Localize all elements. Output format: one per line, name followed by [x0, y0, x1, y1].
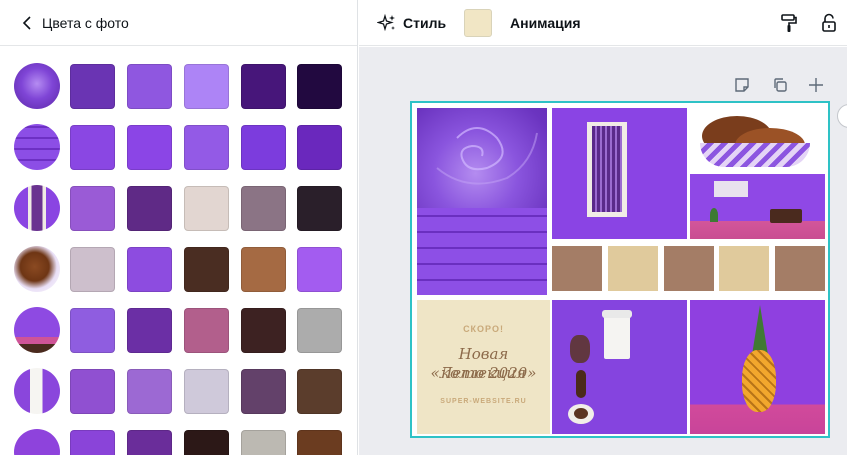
color-swatch[interactable]	[297, 64, 342, 109]
animation-button[interactable]: Анимация	[510, 0, 581, 46]
color-swatch[interactable]	[241, 64, 286, 109]
palette-row	[14, 429, 344, 455]
photo-thumbnail-puppies[interactable]	[14, 246, 60, 292]
promo-soon-text[interactable]: СКОРО!	[417, 324, 550, 334]
strip-color-block[interactable]	[719, 246, 770, 291]
color-palettes-panel: Цвета с фото	[0, 0, 358, 455]
color-swatch[interactable]	[70, 247, 115, 292]
color-swatch[interactable]	[127, 64, 172, 109]
photo-thumbnail-purple-room[interactable]	[14, 307, 60, 353]
style-button[interactable]: Стиль	[377, 0, 446, 46]
color-swatch[interactable]	[70, 64, 115, 109]
photo-thumbnail-coffee-cup[interactable]	[14, 368, 60, 414]
strip-color-block[interactable]	[775, 246, 825, 291]
color-swatch[interactable]	[184, 430, 229, 455]
note-icon[interactable]	[732, 75, 752, 95]
photo-purple-room[interactable]	[690, 174, 825, 239]
color-swatch[interactable]	[297, 369, 342, 414]
color-swatch[interactable]	[127, 247, 172, 292]
palette-row	[14, 307, 344, 355]
color-swatch[interactable]	[297, 308, 342, 353]
color-swatch[interactable]	[297, 125, 342, 170]
canvas-area: СКОРО! Новая коллекция «Лето 2020» SUPER…	[359, 47, 847, 455]
color-swatch[interactable]	[70, 186, 115, 231]
lock-icon[interactable]	[818, 0, 840, 46]
photo-puppies[interactable]	[690, 108, 825, 171]
duplicate-icon[interactable]	[770, 75, 790, 95]
color-swatch[interactable]	[184, 64, 229, 109]
color-swatch[interactable]	[241, 430, 286, 455]
design-page[interactable]: СКОРО! Новая коллекция «Лето 2020» SUPER…	[410, 101, 830, 438]
strip-color-block[interactable]	[607, 246, 658, 291]
promo-text-block[interactable]: СКОРО! Новая коллекция «Лето 2020» SUPER…	[417, 300, 550, 434]
sparkle-icon	[377, 13, 397, 33]
palette-row	[14, 124, 344, 172]
color-swatch[interactable]	[184, 369, 229, 414]
add-page-icon[interactable]	[806, 75, 826, 95]
promo-website-text[interactable]: SUPER-WEBSITE.RU	[417, 398, 550, 405]
animation-label: Анимация	[510, 15, 581, 31]
color-swatch[interactable]	[241, 308, 286, 353]
color-swatch[interactable]	[184, 186, 229, 231]
photo-coffee[interactable]	[552, 300, 687, 434]
photo-thumbnail-purple-rose[interactable]	[14, 63, 60, 109]
color-swatch[interactable]	[297, 186, 342, 231]
palette-row	[14, 185, 344, 233]
color-swatch[interactable]	[297, 430, 342, 455]
back-button[interactable]: Цвета с фото	[0, 0, 357, 46]
color-swatch[interactable]	[184, 125, 229, 170]
photo-pineapple[interactable]	[690, 300, 825, 434]
color-swatch[interactable]	[127, 369, 172, 414]
color-swatch[interactable]	[241, 125, 286, 170]
strip-color-block[interactable]	[552, 246, 602, 291]
palette-row	[14, 368, 344, 416]
color-swatch[interactable]	[184, 308, 229, 353]
color-swatch[interactable]	[297, 247, 342, 292]
palette-row	[14, 63, 344, 111]
palette-row	[14, 246, 344, 294]
palette-strip[interactable]	[552, 242, 825, 295]
chevron-left-icon	[22, 15, 34, 31]
color-swatch[interactable]	[70, 125, 115, 170]
promo-title-line2[interactable]: «Лето 2020»	[417, 364, 550, 383]
color-swatch[interactable]	[241, 186, 286, 231]
photo-purple-rose[interactable]	[417, 108, 547, 295]
paint-roller-icon[interactable]	[778, 0, 800, 46]
photo-purple-window[interactable]	[552, 108, 687, 239]
photo-thumbnail-purple-window[interactable]	[14, 185, 60, 231]
top-toolbar: Стиль Анимация	[359, 0, 847, 46]
color-swatch[interactable]	[127, 186, 172, 231]
strip-color-block[interactable]	[663, 246, 714, 291]
color-swatch[interactable]	[70, 308, 115, 353]
style-label: Стиль	[403, 15, 447, 31]
color-swatch[interactable]	[70, 430, 115, 455]
color-swatch[interactable]	[127, 125, 172, 170]
color-swatch[interactable]	[241, 247, 286, 292]
panel-title: Цвета с фото	[42, 14, 129, 31]
photo-thumbnail-purple-brick-wall[interactable]	[14, 124, 60, 170]
color-swatch[interactable]	[127, 308, 172, 353]
color-swatch[interactable]	[127, 430, 172, 455]
photo-thumbnail-pineapple[interactable]	[14, 429, 60, 455]
color-swatch[interactable]	[241, 369, 286, 414]
style-color-swatch[interactable]	[464, 9, 492, 37]
color-swatch[interactable]	[70, 369, 115, 414]
color-swatch[interactable]	[184, 247, 229, 292]
